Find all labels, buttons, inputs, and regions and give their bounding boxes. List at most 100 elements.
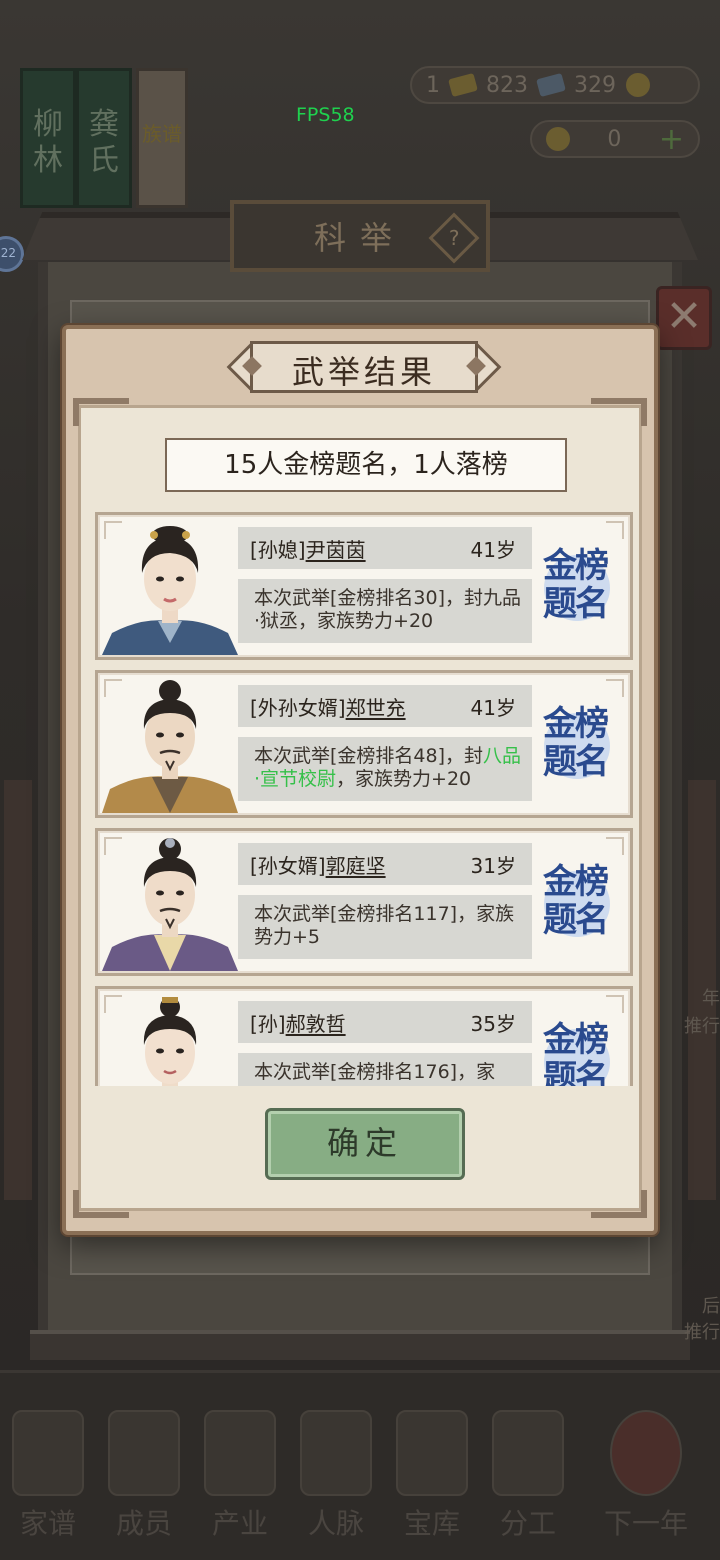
side-text: 推行: [684, 1016, 720, 1037]
member-info: [孙]郝敦哲 35岁 本次武举[金榜排名176]，家: [238, 1001, 532, 1086]
desc-text-after: ，家族势力+20: [336, 768, 472, 790]
avatar: [102, 679, 238, 813]
nav-next-year[interactable]: 下一年: [576, 1410, 716, 1542]
result-summary: 15人金榜题名，1人落榜: [165, 438, 567, 492]
nav-label: 宝库: [403, 1507, 460, 1540]
member-name-text: 尹茵茵: [305, 537, 366, 562]
member-name-text: 郝敦哲: [285, 1011, 346, 1036]
result-description: 本次武举[金榜排名48]，封八品·宣节校尉，家族势力+20: [238, 737, 532, 801]
nav-label: 分工: [499, 1507, 556, 1540]
gold-list-badge: 金榜题名: [530, 703, 618, 789]
nav-label: 家谱: [19, 1507, 76, 1540]
result-list[interactable]: [孙媳]尹茵茵 41岁 本次武举[金榜排名30]，封九品·狱丞，家族势力+20 …: [95, 512, 633, 1086]
nav-treasury[interactable]: 宝库: [384, 1410, 480, 1542]
nav-label: 产业: [211, 1507, 268, 1540]
close-icon[interactable]: ✕: [656, 286, 712, 350]
dialog-title: 武举结果: [291, 353, 436, 391]
badge-text: 金榜题名: [543, 704, 609, 782]
building-icon: [204, 1410, 276, 1496]
member-name-text: 郭庭坚: [325, 853, 386, 878]
desc-text: 本次武举[金榜排名176]，家: [254, 1061, 496, 1083]
member-age: 41岁: [470, 537, 516, 562]
result-card: [孙]郝敦哲 35岁 本次武举[金榜排名176]，家 金榜题名: [95, 986, 633, 1086]
silver-bar-icon: [536, 72, 566, 98]
book-text: 族谱: [142, 122, 182, 146]
coin-icon: [626, 73, 650, 97]
genealogy-book[interactable]: 族谱: [136, 68, 188, 208]
member-relation: [孙]: [250, 1011, 286, 1036]
badge-text: 金榜题名: [543, 862, 609, 940]
member-relation: [孙女婿]: [250, 853, 326, 878]
avatar: [102, 837, 238, 971]
clan-banner-surname: 龚氏: [76, 68, 132, 208]
add-icon[interactable]: +: [659, 122, 684, 157]
banner-text: 柳林: [33, 107, 63, 178]
banner-text: 龚氏: [89, 107, 119, 178]
nav-label: 成员: [115, 1507, 172, 1540]
exam-title-text: 科举: [313, 219, 406, 257]
result-card: [孙女婿]郭庭坚 31岁 本次武举[金榜排名117]，家族势力+5 金榜题名: [95, 828, 633, 976]
card-ornament: [606, 679, 624, 697]
card-ornament: [606, 837, 624, 855]
name-row: [孙女婿]郭庭坚 31岁: [238, 843, 532, 885]
avatar: [102, 521, 238, 655]
ingot-icon: [546, 127, 570, 151]
book-icon: [12, 1410, 84, 1496]
nav-genealogy[interactable]: 家谱: [0, 1410, 96, 1542]
person-icon: [108, 1410, 180, 1496]
side-text: 推行: [684, 1322, 720, 1343]
left-side-panel: [4, 780, 32, 1200]
bottom-nav: 家谱 成员 产业 人脉 宝库 分工 下一年: [0, 1370, 720, 1560]
result-description: 本次武举[金榜排名176]，家: [238, 1053, 532, 1086]
gold-count: 0: [607, 126, 622, 152]
exam-scroll-title: 科举 ?: [230, 200, 490, 272]
member-name-text: 郑世充: [345, 695, 406, 720]
resource-bar: 1 823 329: [410, 66, 700, 104]
card-ornament: [606, 521, 624, 539]
side-text: 年: [702, 988, 720, 1009]
member-relation: [外孙女婿]: [250, 695, 346, 720]
nav-members[interactable]: 成员: [96, 1410, 192, 1542]
member-info: [孙媳]尹茵茵 41岁 本次武举[金榜排名30]，封九品·狱丞，家族势力+20: [238, 527, 532, 643]
martial-exam-result-dialog: 武举结果 15人金榜题名，1人落榜 [孙媳]尹茵茵 41岁 本次武举[金榜排名3…: [62, 325, 658, 1235]
member-relation: [孙媳]: [250, 537, 306, 562]
badge-text: 金榜题名: [543, 546, 609, 624]
member-info: [外孙女婿]郑世充 41岁 本次武举[金榜排名48]，封八品·宣节校尉，家族势力…: [238, 685, 532, 801]
dialog-title-plate: 武举结果: [224, 335, 504, 399]
name-row: [孙]郝敦哲 35岁: [238, 1001, 532, 1043]
desc-text: 本次武举[金榜排名117]，家族势力+5: [254, 903, 515, 948]
desc-text: 本次武举[金榜排名48]，封: [254, 745, 484, 767]
corner-ornament: [73, 1190, 129, 1218]
corner-ornament: [591, 398, 647, 426]
result-card: [孙媳]尹茵茵 41岁 本次武举[金榜排名30]，封九品·狱丞，家族势力+20 …: [95, 512, 633, 660]
member-age: 41岁: [470, 695, 516, 720]
resource-count-1: 1: [426, 72, 440, 98]
lantern-icon: [610, 1410, 682, 1496]
clan-banner-place: 柳林: [20, 68, 76, 208]
member-info: [孙女婿]郭庭坚 31岁 本次武举[金榜排名117]，家族势力+5: [238, 843, 532, 959]
confirm-button[interactable]: 确定: [265, 1108, 465, 1180]
avatar: [102, 995, 238, 1086]
member-age: 35岁: [470, 1011, 516, 1036]
chest-icon: [396, 1410, 468, 1496]
result-description: 本次武举[金榜排名30]，封九品·狱丞，家族势力+20: [238, 579, 532, 643]
help-icon[interactable]: ?: [428, 212, 480, 264]
gold-bar-icon: [448, 72, 478, 98]
member-name[interactable]: [外孙女婿]郑世充: [250, 692, 406, 721]
card-ornament: [606, 995, 624, 1013]
resource-count-3: 329: [574, 72, 616, 98]
gold-list-badge: 金榜题名: [530, 545, 618, 631]
nav-network[interactable]: 人脉: [288, 1410, 384, 1542]
nav-label: 人脉: [307, 1507, 364, 1540]
result-card: [外孙女婿]郑世充 41岁 本次武举[金榜排名48]，封八品·宣节校尉，家族势力…: [95, 670, 633, 818]
gold-ingot-bar[interactable]: 0 +: [530, 120, 700, 158]
network-icon: [300, 1410, 372, 1496]
nav-industry[interactable]: 产业: [192, 1410, 288, 1542]
desc-text: 本次武举[金榜排名30]，封九品·狱丞，家族势力+20: [254, 587, 522, 632]
gold-list-badge: 金榜题名: [530, 1019, 618, 1086]
member-name[interactable]: [孙女婿]郭庭坚: [250, 850, 386, 879]
nav-assign[interactable]: 分工: [480, 1410, 576, 1542]
member-age: 31岁: [470, 853, 516, 878]
member-name[interactable]: [孙]郝敦哲: [250, 1008, 346, 1037]
member-name[interactable]: [孙媳]尹茵茵: [250, 534, 366, 563]
